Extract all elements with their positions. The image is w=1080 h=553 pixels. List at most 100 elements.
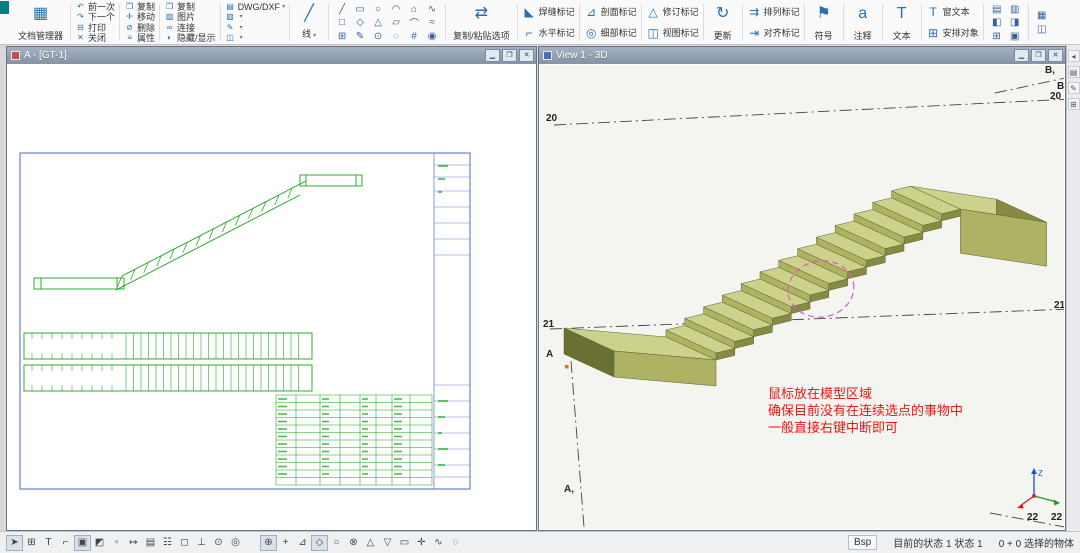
- pane-6-button[interactable]: ▣: [1006, 29, 1024, 43]
- window-1-button[interactable]: ▦: [1033, 9, 1051, 23]
- close-button[interactable]: ✕: [519, 49, 534, 62]
- properties-button[interactable]: ≡属性: [124, 33, 155, 43]
- snap-cross-button[interactable]: ✛: [413, 535, 430, 551]
- snap-round-button[interactable]: ○: [328, 535, 345, 551]
- update-button[interactable]: ↻更新: [708, 2, 738, 43]
- drawing-canvas[interactable]: [8, 65, 535, 529]
- draw-square-button[interactable]: □: [333, 16, 351, 30]
- snap-grid-button[interactable]: ⊞: [23, 535, 40, 551]
- panel-edit-button[interactable]: ✎: [1068, 82, 1080, 94]
- snap-end-button[interactable]: ↦: [125, 535, 142, 551]
- draw-line-button[interactable]: ╱: [333, 2, 351, 16]
- snap-angle-button[interactable]: ⊿: [294, 535, 311, 551]
- snap-text-button[interactable]: T: [40, 535, 57, 551]
- snap-diamond-button[interactable]: ◇: [311, 535, 328, 551]
- pane-3-button[interactable]: ◧: [988, 16, 1006, 30]
- snap-ghost-button[interactable]: ◌: [447, 535, 464, 551]
- window-text-button[interactable]: T窗文本: [926, 2, 979, 22]
- draw-dashed-circle-button[interactable]: ◌: [387, 29, 405, 43]
- snap-mesh-button[interactable]: ☷: [159, 535, 176, 551]
- draw-dot-button[interactable]: ◉: [423, 29, 441, 43]
- export-edit-button[interactable]: ✎▾: [225, 23, 286, 33]
- snap-lines-button[interactable]: ▤: [142, 535, 159, 551]
- annotation-tool-button[interactable]: a注释: [848, 2, 878, 43]
- snap-area-button[interactable]: ▣: [74, 535, 91, 551]
- collapse-panel-button[interactable]: ◂: [1068, 50, 1080, 62]
- view-mark-button[interactable]: ◫视图标记: [646, 23, 699, 43]
- pane-1-button[interactable]: ▤: [988, 2, 1006, 16]
- next-button[interactable]: ↷下一个: [75, 12, 115, 22]
- weld-mark-button[interactable]: ◣焊缝标记: [522, 2, 575, 22]
- draw-point-button[interactable]: ⊙: [369, 29, 387, 43]
- snap-box-button[interactable]: ◻: [176, 535, 193, 551]
- snap-triangle-down-button[interactable]: ▽: [379, 535, 396, 551]
- panel-grid-button[interactable]: ⊞: [1068, 98, 1080, 110]
- close-button[interactable]: ✕: [1048, 49, 1063, 62]
- model-window-titlebar[interactable]: View 1 - 3D ▁ ❐ ✕: [539, 47, 1065, 64]
- model-canvas[interactable]: B,B,20202121AA,2222鼠标放在模型区域确保目前没有在连续选点的事…: [540, 65, 1064, 529]
- draw-rect-button[interactable]: ▭: [351, 2, 369, 16]
- section-mark-button[interactable]: ⊿剖面标记: [584, 2, 637, 22]
- draw-diamond-button[interactable]: ◇: [351, 16, 369, 30]
- minimize-button[interactable]: ▁: [1014, 49, 1029, 62]
- draw-triangle-button[interactable]: △: [369, 16, 387, 30]
- detail-mark-button[interactable]: ◎细部标记: [584, 23, 637, 43]
- pane-5-button[interactable]: ⊞: [988, 29, 1006, 43]
- draw-circle-button[interactable]: ○: [369, 2, 387, 16]
- restore-button[interactable]: ❐: [1031, 49, 1046, 62]
- document-manager-button[interactable]: ▦文档管理器: [15, 2, 66, 43]
- print-button[interactable]: ⊟打印: [75, 23, 115, 33]
- copy-paste-options-button[interactable]: ⇄复制/粘贴选项: [450, 2, 513, 43]
- pane-2-button[interactable]: ▥: [1006, 2, 1024, 16]
- snap-plus-button[interactable]: +: [277, 535, 294, 551]
- hide-show-button[interactable]: ◐隐藏/显示: [164, 33, 216, 43]
- revision-mark-button[interactable]: △修订标记: [646, 2, 699, 22]
- delete-button[interactable]: ⊘删除: [124, 23, 155, 33]
- snap-origin-button[interactable]: ⊕: [260, 535, 277, 551]
- symbol-button[interactable]: ⚑符号: [809, 2, 839, 43]
- snap-rect-button[interactable]: ▭: [396, 535, 413, 551]
- move-button[interactable]: ✛移动: [124, 12, 155, 22]
- image-button[interactable]: ▨图片: [164, 12, 216, 22]
- snap-triangle-button[interactable]: △: [362, 535, 379, 551]
- draw-curve-button[interactable]: ∿: [423, 2, 441, 16]
- snap-half-button[interactable]: ◩: [91, 535, 108, 551]
- dwg-dxf-button[interactable]: ▤DWG/DXF▾: [225, 2, 286, 12]
- draw-polygon-button[interactable]: ⌂: [405, 2, 423, 16]
- text-tool-button[interactable]: T文本: [887, 2, 917, 43]
- snap-cross-circle-button[interactable]: ⊗: [345, 535, 362, 551]
- snap-wave-button[interactable]: ∿: [430, 535, 447, 551]
- level-mark-button[interactable]: ⌐水平标记: [522, 23, 575, 43]
- copy-button[interactable]: ❐复制: [124, 2, 155, 12]
- line-tool-button[interactable]: ╱线▾: [294, 2, 324, 43]
- align-marks-button[interactable]: ⇥对齐标记: [747, 23, 800, 43]
- snap-corner-button[interactable]: ⌐: [57, 535, 74, 551]
- drawing-window-titlebar[interactable]: A - [GT-1] ▁ ❐ ✕: [7, 47, 536, 64]
- draw-grid-button[interactable]: ⊞: [333, 29, 351, 43]
- arrange-objects-button[interactable]: ⊞安排对象: [926, 23, 979, 43]
- arrange-marks-button[interactable]: ⇉排列标记: [747, 2, 800, 22]
- snap-point-button[interactable]: ▫: [108, 535, 125, 551]
- draw-sketch-button[interactable]: ✎: [351, 29, 369, 43]
- select-arrow-button[interactable]: ➤: [6, 535, 23, 551]
- draw-wave-button[interactable]: ≈: [423, 16, 441, 30]
- pane-4-button[interactable]: ◨: [1006, 16, 1024, 30]
- draw-arc2-button[interactable]: ⌒: [405, 16, 423, 30]
- snap-circle-button[interactable]: ◎: [227, 535, 244, 551]
- draw-hatch-button[interactable]: #: [405, 29, 423, 43]
- snap-perpendicular-button[interactable]: ⊥: [193, 535, 210, 551]
- export-view-button[interactable]: ◫▾: [225, 33, 286, 43]
- panel-list-button[interactable]: ▤: [1068, 66, 1080, 78]
- window-2-button[interactable]: ◫: [1033, 23, 1051, 37]
- link-button[interactable]: ∞连接: [164, 23, 216, 33]
- export-image-button[interactable]: ▨▾: [225, 12, 286, 22]
- restore-button[interactable]: ❐: [502, 49, 517, 62]
- draw-arc-button[interactable]: ◠: [387, 2, 405, 16]
- draw-parallelogram-button[interactable]: ▱: [387, 16, 405, 30]
- previous-button[interactable]: ↶前一次: [75, 2, 115, 12]
- staircase-3d-model[interactable]: [564, 186, 1046, 386]
- copy-content-button[interactable]: ❐复制: [164, 2, 216, 12]
- mode-selector[interactable]: Bsp: [848, 535, 877, 550]
- minimize-button[interactable]: ▁: [485, 49, 500, 62]
- snap-center-button[interactable]: ⊙: [210, 535, 227, 551]
